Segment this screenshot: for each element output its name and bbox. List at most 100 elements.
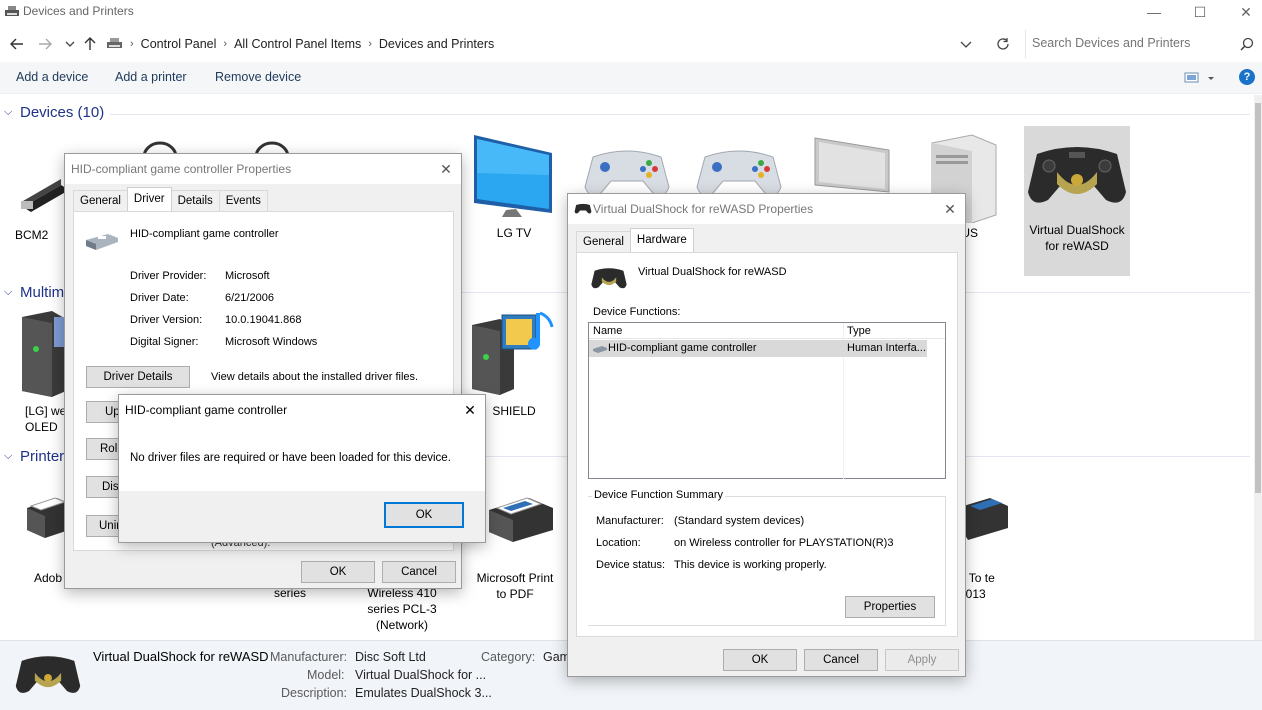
help-icon[interactable]: ? <box>1239 69 1255 85</box>
tab-details[interactable]: Details <box>170 190 220 211</box>
controller-icon <box>696 150 782 196</box>
table-row[interactable]: HID-compliant game controller Human Inte… <box>589 340 927 357</box>
ok-button[interactable]: OK <box>723 649 797 671</box>
row-name: HID-compliant game controller <box>608 342 757 354</box>
column-type-header[interactable]: Type <box>847 325 871 337</box>
breadcrumb-all-items[interactable]: All Control Panel Items <box>234 37 361 51</box>
monitor-icon <box>474 135 552 217</box>
breadcrumb-devices-printers[interactable]: Devices and Printers <box>379 37 494 51</box>
up-arrow-icon[interactable] <box>80 34 100 54</box>
driver-details-description: View details about the installed driver … <box>211 371 419 383</box>
details-manufacturer-label: Manufacturer: <box>270 650 348 664</box>
device-function-summary: Device Function Summary Manufacturer: (S… <box>588 489 946 626</box>
add-device-button[interactable]: Add a device <box>16 70 88 84</box>
apply-button[interactable]: Apply <box>885 649 959 671</box>
collapse-chevron-icon[interactable]: ⌵ <box>4 450 14 463</box>
dialog-titlebar: HID-compliant game controller Properties… <box>65 154 461 184</box>
ok-button[interactable]: OK <box>384 502 464 528</box>
virtual-dualshock-properties-dialog: Virtual DualShock for reWASD Properties … <box>567 193 966 677</box>
breadcrumb-control-panel[interactable]: Control Panel <box>141 37 217 51</box>
device-functions-list[interactable]: Name Type HID-compliant game controller … <box>588 322 946 479</box>
add-printer-button[interactable]: Add a printer <box>115 70 187 84</box>
refresh-icon[interactable] <box>993 34 1013 54</box>
driver-provider-label: Driver Provider: <box>130 270 207 282</box>
driver-date-label: Driver Date: <box>130 292 189 304</box>
controller-icon <box>574 203 592 214</box>
address-row: › Control Panel › All Control Panel Item… <box>0 28 1262 60</box>
details-model-value: Virtual DualShock for ... <box>355 668 487 682</box>
controller-icon <box>591 268 627 289</box>
driver-version-value: 10.0.19041.868 <box>225 314 302 326</box>
group-printers-header[interactable]: ⌵ Printers <box>4 448 72 465</box>
tab-hardware[interactable]: Hardware <box>629 228 694 252</box>
digital-signer-value: Microsoft Windows <box>225 336 318 348</box>
properties-button[interactable]: Properties <box>845 596 935 618</box>
group-devices-title: Devices (10) <box>20 104 105 121</box>
back-arrow-icon[interactable] <box>7 34 27 54</box>
device-label: Microsoft Print to PDF <box>476 571 554 601</box>
group-multimedia-header[interactable]: ⌵ Multim <box>4 284 64 301</box>
device-virtual-dualshock[interactable]: Virtual DualShock for reWASD <box>1024 126 1130 276</box>
list-header: Name Type <box>589 323 945 479</box>
controller-icon <box>584 150 670 196</box>
maximize-button[interactable]: ☐ <box>1177 0 1223 24</box>
forward-arrow-icon[interactable] <box>35 34 55 54</box>
breadcrumb-separator-icon: › <box>130 38 134 50</box>
driver-message-dialog: HID-compliant game controller ✕ No drive… <box>118 394 486 543</box>
scrollbar-thumb[interactable] <box>1255 103 1261 493</box>
device-functions-label: Device Functions: <box>593 306 681 318</box>
details-device-name: Virtual DualShock for reWASD <box>93 649 269 664</box>
device-label: Wireless 410 series PCL-3 (Network) <box>367 586 437 632</box>
tab-events[interactable]: Events <box>218 190 268 211</box>
summary-group-label: Device Function Summary <box>592 489 725 501</box>
cancel-button[interactable]: Cancel <box>382 561 456 583</box>
control-panel-icon <box>107 38 122 48</box>
dialog-title: Virtual DualShock for reWASD Properties <box>593 202 814 216</box>
driver-version-label: Driver Version: <box>130 314 203 326</box>
address-bar[interactable]: › Control Panel › All Control Panel Item… <box>100 30 985 58</box>
search-input[interactable] <box>1032 36 1232 50</box>
monitor-icon <box>814 137 890 193</box>
media-server-icon <box>21 311 66 397</box>
close-icon[interactable]: ✕ <box>455 395 485 425</box>
dialog-message: No driver files are required or have bee… <box>130 452 451 464</box>
tab-general[interactable]: General <box>576 231 631 252</box>
minimize-button[interactable]: — <box>1131 0 1177 24</box>
close-button[interactable]: ✕ <box>1223 0 1262 24</box>
content-scrollbar[interactable] <box>1254 95 1262 640</box>
window-titlebar: Devices and Printers — ☐ ✕ <box>0 0 1262 24</box>
search-icon[interactable] <box>1240 37 1254 51</box>
driver-device-name: HID-compliant game controller <box>130 228 279 240</box>
view-options-icon[interactable] <box>1184 72 1214 87</box>
device-lg-oled[interactable]: [LG] we OLED <box>15 307 70 437</box>
tab-driver[interactable]: Driver <box>126 187 172 211</box>
close-icon[interactable]: ✕ <box>431 154 461 184</box>
hardware-tab-panel: Virtual DualShock for reWASD Device Func… <box>576 252 958 637</box>
summary-status-value: This device is working properly. <box>674 559 827 571</box>
ok-button[interactable]: OK <box>301 561 375 583</box>
search-box[interactable] <box>1025 30 1262 58</box>
group-devices-header[interactable]: ⌵ Devices (10) <box>4 104 104 121</box>
controller-icon <box>15 656 81 693</box>
driver-provider-value: Microsoft <box>225 270 270 282</box>
driver-details-button[interactable]: Driver Details <box>86 366 190 388</box>
row-type: Human Interfa... <box>847 342 926 354</box>
collapse-chevron-icon[interactable]: ⌵ <box>4 286 14 299</box>
details-category-label: Category: <box>481 650 536 664</box>
device-lg-tv[interactable]: LG TV <box>466 133 562 243</box>
address-dropdown-icon[interactable] <box>960 38 972 52</box>
summary-status-label: Device status: <box>596 559 666 571</box>
column-name-header[interactable]: Name <box>593 325 622 337</box>
printer-icon <box>489 497 553 542</box>
cancel-button[interactable]: Cancel <box>804 649 878 671</box>
summary-manufacturer-label: Manufacturer: <box>596 515 664 527</box>
tab-general[interactable]: General <box>73 190 128 211</box>
device-label: LG TV <box>496 226 532 240</box>
recent-locations-chevron-icon[interactable] <box>60 34 80 54</box>
hardware-device-name: Virtual DualShock for reWASD <box>638 266 787 278</box>
collapse-chevron-icon[interactable]: ⌵ <box>4 106 14 119</box>
summary-location-label: Location: <box>596 537 641 549</box>
close-icon[interactable]: ✕ <box>935 194 965 224</box>
remove-device-button[interactable]: Remove device <box>215 70 301 84</box>
details-model-label: Model: <box>307 668 345 682</box>
